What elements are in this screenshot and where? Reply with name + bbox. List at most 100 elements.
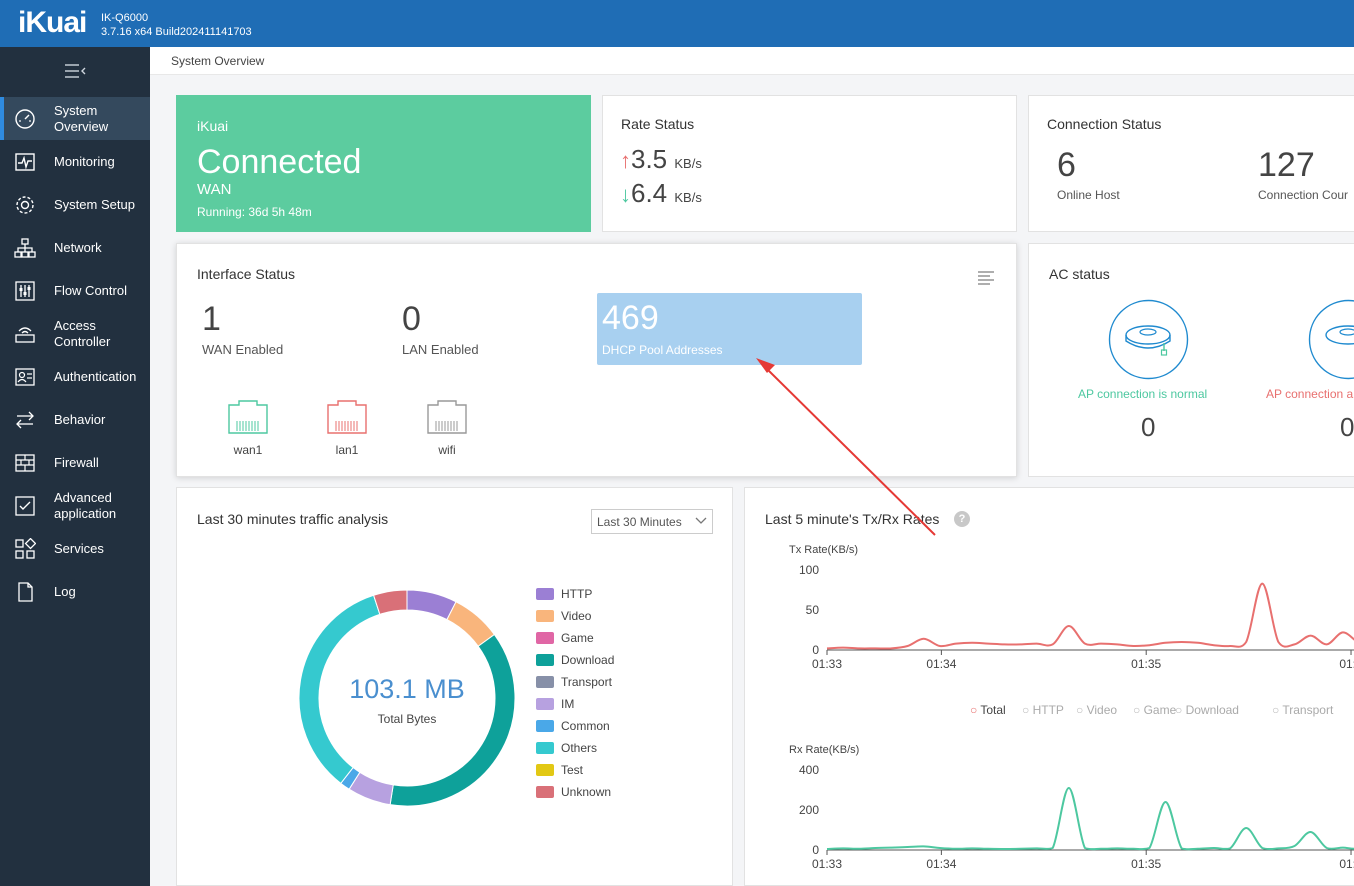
collapse-menu-icon[interactable] [64,63,86,79]
sidebar-item-system-overview[interactable]: System Overview [0,97,150,140]
port-label: lan1 [335,443,359,457]
sidebar-item-monitoring[interactable]: Monitoring [0,140,150,183]
tx-rate-chart: 0 50 100 01:33 01:34 01:35 01:3 [799,563,1354,671]
dhcp-pool-count: 469 [602,299,659,337]
legend-dot-icon: ○ [1076,703,1087,717]
sidebar-item-authentication[interactable]: Authentication [0,355,150,398]
y-tick-label: 200 [799,803,819,817]
legend-item-common[interactable]: Common [536,719,610,733]
online-host-label: Online Host [1057,188,1120,202]
gear-icon [16,195,34,214]
legend-dot-icon: ○ [1133,703,1144,717]
device-build: 3.7.16 x64 Build202411141703 [101,26,252,38]
legend-label: Download [561,653,615,667]
time-range-select[interactable]: Last 30 Minutes [591,509,713,534]
help-icon[interactable]: ? [954,511,970,527]
grid-icon [15,537,36,559]
link-name: WAN [197,181,232,198]
chevron-down-icon [695,517,707,524]
legend-dot-icon: ○ [970,703,981,717]
sidebar-item-log[interactable]: Log [0,570,150,613]
port-lan1[interactable]: lan1 [326,399,368,457]
sidebar-item-advanced-application[interactable]: Advanced application [0,484,150,527]
legend-label: Video [561,609,592,623]
sidebar-item-label: Behavior [54,411,106,427]
checklist-icon [15,495,35,516]
legend-dot-icon: ○ [1272,703,1283,717]
donut-slice-unknown[interactable] [372,589,408,615]
connection-count-label: Connection Cour [1258,188,1349,202]
legend-swatch [536,764,554,776]
connection-state: Connected [197,143,362,181]
traffic-analysis-card: Last 30 minutes traffic analysis Last 30… [176,487,733,886]
sidebar-item-services[interactable]: Services [0,527,150,570]
wifi-box-icon [15,326,35,343]
sidebar-item-system-setup[interactable]: System Setup [0,183,150,226]
legend-label: Common [561,719,610,733]
legend-dot-icon: ○ [1175,703,1186,717]
card-title: AC status [1049,266,1110,282]
sidebar-item-access-controller[interactable]: Access Controller [0,312,150,355]
lan-enabled-count[interactable]: 0 [402,300,421,339]
legend-item-video[interactable]: Video [536,609,591,623]
sidebar-item-firewall[interactable]: Firewall [0,441,150,484]
ap-abnormal-count[interactable]: 0 [1340,412,1354,443]
breadcrumb-bar: System Overview [150,47,1354,75]
ap-normal-label: AP connection is normal [1078,387,1208,401]
x-tick-label: 01:34 [926,857,956,871]
tx-series-total[interactable] [826,582,1354,650]
legend-label: Transport [1282,703,1334,717]
upload-rate: ↑3.5 KB/s [620,144,702,175]
time-range-value: Last 30 Minutes [597,515,682,529]
port-wifi[interactable]: wifi [426,399,468,457]
legend-item-others[interactable]: Others [536,741,597,755]
connection-count[interactable]: 127 [1258,146,1315,185]
rate-legend-download[interactable]: ○ Download [1175,703,1239,717]
y-tick-label: 0 [812,843,819,857]
ikuai-logo[interactable]: iKuai [18,6,87,40]
dhcp-pool-box[interactable]: 469 DHCP Pool Addresses [597,293,862,365]
rate-legend-video[interactable]: ○ Video [1076,703,1117,717]
legend-dot-icon: ○ [1022,703,1033,717]
wan-enabled-count[interactable]: 1 [202,300,221,339]
legend-label: HTTP [561,587,593,601]
wan-status-card: iKuai Connected WAN Running: 36d 5h 48m [176,95,591,232]
port-label: wan1 [233,443,263,457]
rx-axis-label: Rx Rate(KB/s) [789,744,860,756]
sidebar-item-flow-control[interactable]: Flow Control [0,269,150,312]
up-arrow-icon: ↑ [620,148,631,173]
sidebar-item-label: Services [54,540,104,556]
list-menu-icon[interactable] [977,270,995,286]
y-tick-label: 0 [812,643,819,657]
legend-item-transport[interactable]: Transport [536,675,612,689]
rate-legend-total[interactable]: ○ Total [970,703,1006,717]
legend-swatch [536,654,554,666]
device-info: IK-Q6000 3.7.16 x64 Build202411141703 [101,11,252,39]
sidebar-item-network[interactable]: Network [0,226,150,269]
legend-item-http[interactable]: HTTP [536,587,592,601]
legend-item-game[interactable]: Game [536,631,594,645]
legend-swatch [536,676,554,688]
sidebar-item-behavior[interactable]: Behavior [0,398,150,441]
top-bar: iKuai IK-Q6000 3.7.16 x64 Build202411141… [0,0,1354,47]
legend-item-test[interactable]: Test [536,763,583,777]
online-host-count[interactable]: 6 [1057,146,1076,185]
legend-item-download[interactable]: Download [536,653,614,667]
upload-rate-value: 3.5 [631,144,668,174]
legend-label: Transport [561,675,612,689]
ap-normal-count[interactable]: 0 [1141,412,1155,443]
document-icon [18,581,33,602]
rx-series-total[interactable] [826,786,1354,851]
rate-legend-game[interactable]: ○ Game [1133,703,1176,717]
access-point-icon [1108,299,1189,380]
rate-status-card: Rate Status ↑3.5 KB/s ↓6.4 KB/s [602,95,1017,232]
legend-item-im[interactable]: IM [536,697,574,711]
legend-label: Total [980,703,1006,717]
x-tick-label: 01:3 [1339,657,1354,671]
x-tick-label: 01:3 [1339,857,1354,871]
card-title: Last 30 minutes traffic analysis [197,511,389,527]
rate-legend-http[interactable]: ○ HTTP [1022,703,1064,717]
port-wan1[interactable]: wan1 [227,399,269,457]
legend-item-unknown[interactable]: Unknown [536,785,611,799]
rate-legend-transport[interactable]: ○ Transport [1272,703,1333,717]
